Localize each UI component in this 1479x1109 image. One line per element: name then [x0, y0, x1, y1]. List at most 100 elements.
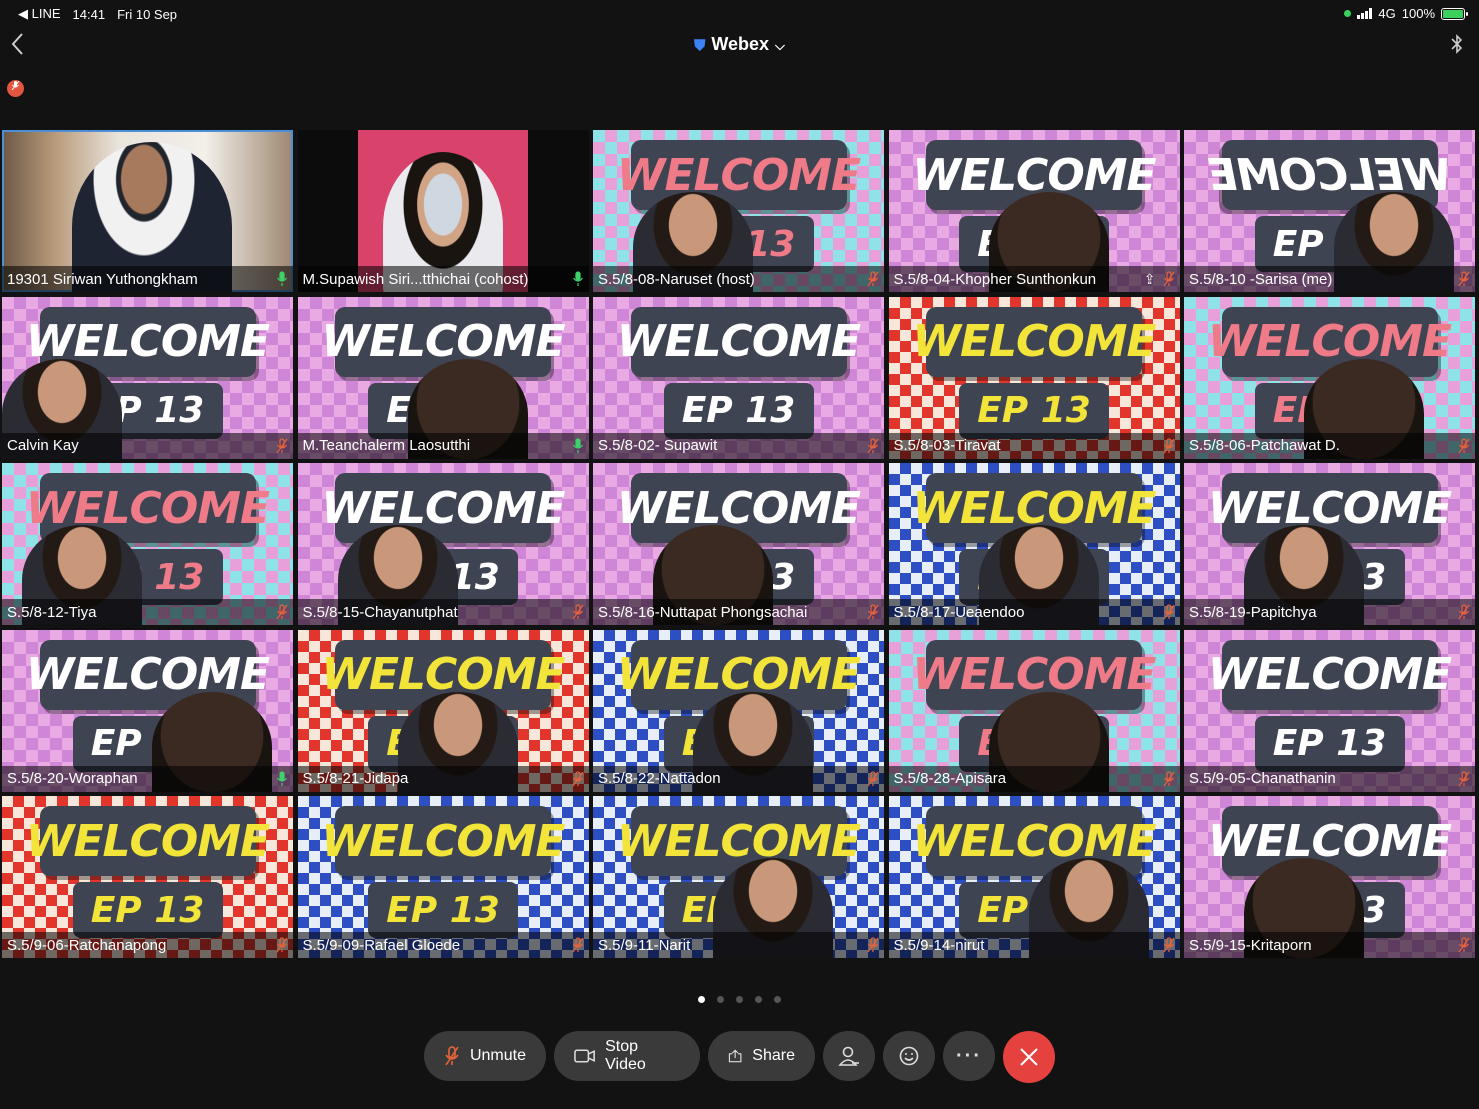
page-dot[interactable]	[717, 996, 724, 1003]
mic-muted-icon	[866, 770, 880, 787]
meeting-controls: Unmute Stop Video Share ···	[0, 1031, 1479, 1083]
participant-tile[interactable]: WELCOMEEP 13S.5/8-15-Chayanutphat	[297, 463, 589, 625]
cellular-signal-icon	[1357, 8, 1373, 19]
participant-name: S.5/8-12-Tiya	[7, 603, 97, 621]
participant-name: 19301 Siriwan Yuthongkham	[7, 270, 198, 288]
reactions-button[interactable]	[883, 1031, 935, 1081]
bluetooth-icon[interactable]	[1451, 34, 1463, 59]
mic-muted-icon	[1162, 437, 1176, 454]
status-bar: ◀ LINE 14:41 Fri 10 Sep 4G 100%	[0, 0, 1479, 26]
participant-tile[interactable]: WELCOMEEP 13S.5/8-08-Naruset (host)	[593, 130, 884, 292]
participant-tile[interactable]: WELCOMEEP 13S.5/8-17-Ueaendoo	[888, 463, 1180, 625]
participant-tile[interactable]: WELCOME EP 13 S.5/9-06-Ratchanapong	[2, 796, 293, 958]
welcome-banner: WELCOME	[26, 806, 270, 876]
participant-name: S.5/8-10 -Sarisa (me)	[1189, 270, 1333, 288]
episode-banner: EP 13	[1254, 715, 1405, 772]
mic-muted-icon	[275, 604, 289, 620]
participant-name: S.5/9-09-Rafael Gloede	[302, 936, 461, 954]
participant-name-bar: S.5/8-17-Ueaendoo	[888, 599, 1180, 625]
welcome-banner: WELCOME	[1208, 639, 1452, 710]
mic-on-icon	[275, 770, 289, 787]
participant-name-bar: S.5/8-10 -Sarisa (me)	[1184, 266, 1475, 292]
participant-tile[interactable]: WELCOME EP 13 S.5/8-20-Woraphan	[2, 629, 293, 792]
participant-name: S.5/9-14-nirut	[893, 936, 985, 954]
end-call-button[interactable]	[1003, 1031, 1055, 1083]
participant-tile[interactable]: WELCOME EP 13 S.5/8-02- Supawit	[593, 296, 884, 459]
participant-tile[interactable]: WELCOME EP 13 Calvin Kay	[2, 296, 293, 459]
participant-name: S.5/8-06-Patchawat D.	[1189, 437, 1340, 454]
page-dot[interactable]	[698, 996, 705, 1003]
meeting-title[interactable]: ⛊ Webex ⌵	[0, 34, 1479, 55]
recording-indicator-icon	[7, 80, 24, 97]
participant-name-bar: M.Teanchalerm Laosutthi	[297, 432, 589, 459]
participant-tile[interactable]: WELCOMEEP 13S.5/8-28-Apisara	[888, 629, 1180, 792]
share-button[interactable]: Share	[708, 1031, 815, 1081]
participants-icon	[838, 1046, 859, 1066]
participant-name: S.5/8-22-Nattadon	[598, 770, 721, 787]
unmute-button[interactable]: Unmute	[424, 1031, 546, 1081]
episode-banner: EP 13	[368, 882, 518, 938]
mic-on-icon	[571, 437, 585, 454]
participant-tile[interactable]: 19301 Siriwan Yuthongkham	[2, 130, 293, 292]
participants-button[interactable]	[823, 1031, 875, 1081]
welcome-banner: WELCOME	[1208, 306, 1452, 377]
mic-muted-icon	[1162, 271, 1176, 287]
screen-share-icon: ⇪	[1143, 270, 1156, 287]
participant-tile[interactable]: WELCOME EP 13 S.5/8-10 -Sarisa (me)	[1184, 130, 1475, 292]
participant-name: S.5/8-19-Papitchya	[1189, 603, 1317, 621]
participant-name: S.5/8-15-Chayanutphat	[302, 603, 458, 621]
mic-muted-icon	[1457, 770, 1471, 787]
participant-tile[interactable]: WELCOMEEP 13S.5/9-15-Kritaporn	[1184, 796, 1475, 958]
more-dots-icon: ···	[956, 1044, 982, 1067]
page-dot[interactable]	[736, 996, 743, 1003]
battery-icon	[1441, 7, 1468, 20]
participant-tile[interactable]: WELCOME EP 13 S.5/8-03-Tiravat	[888, 296, 1180, 459]
participant-name-bar: S.5/8-28-Apisara	[888, 765, 1180, 792]
stop-video-button[interactable]: Stop Video	[554, 1031, 700, 1081]
page-dot[interactable]	[774, 996, 781, 1003]
participant-name-bar: S.5/8-03-Tiravat	[888, 432, 1180, 459]
mic-muted-icon	[866, 271, 880, 287]
welcome-banner: WELCOME	[321, 806, 566, 876]
participant-name: S.5/8-28-Apisara	[893, 770, 1007, 787]
participant-name-bar: S.5/8-20-Woraphan	[2, 765, 293, 792]
participant-name-bar: S.5/9-06-Ratchanapong	[2, 932, 293, 958]
participant-tile[interactable]: WELCOMEEP 13S.5/8-22-Nattadon	[593, 629, 884, 792]
participant-tile[interactable]: WELCOMEEP 13S.5/9-11-Narit	[593, 796, 884, 958]
mic-muted-icon	[1457, 604, 1471, 620]
mic-muted-icon	[1162, 770, 1176, 787]
participant-tile[interactable]: WELCOMEEP 13S.5/8-06-Patchawat D.	[1184, 296, 1475, 459]
close-icon	[1020, 1048, 1038, 1066]
participant-tile[interactable]: WELCOMEEP 13S.5/8-16-Nuttapat Phongsacha…	[593, 463, 884, 625]
stop-video-label: Stop Video	[605, 1038, 646, 1073]
welcome-banner: WELCOME	[912, 306, 1157, 377]
mic-muted-icon	[275, 937, 289, 953]
participant-tile[interactable]: WELCOMEEP 13M.Teanchalerm Laosutthi	[297, 296, 589, 459]
mic-muted-icon	[1457, 271, 1471, 287]
more-options-button[interactable]: ···	[943, 1031, 995, 1081]
page-indicator[interactable]	[0, 996, 1479, 1003]
participant-tile[interactable]: WELCOMEEP 13S.5/9-14-nirut	[888, 796, 1180, 958]
participant-name-bar: S.5/8-19-Papitchya	[1184, 599, 1475, 625]
title-bar: ⛊ Webex ⌵	[0, 26, 1479, 66]
participant-name-bar: S.5/8-08-Naruset (host)	[593, 266, 884, 292]
mic-on-icon	[275, 271, 289, 287]
participant-name-bar: S.5/8-04-Khopher Sunthonkun ⇪	[888, 266, 1180, 292]
participant-name-bar: S.5/8-02- Supawit	[593, 432, 884, 459]
mic-muted-icon	[1457, 437, 1471, 454]
participant-tile[interactable]: WELCOMEEP 13S.5/8-04-Khopher Sunthonkun⇪	[888, 130, 1180, 292]
participant-tile[interactable]: WELCOMEEP 13S.5/8-21-Jidapa	[297, 629, 589, 792]
participant-name-bar: 19301 Siriwan Yuthongkham	[2, 266, 293, 292]
participant-tile[interactable]: WELCOME EP 13 S.5/8-12-Tiya	[2, 463, 293, 625]
participant-tile[interactable]: WELCOME EP 13 S.5/9-09-Rafael Gloede	[297, 796, 589, 958]
participant-name-bar: S.5/9-11-Narit	[593, 932, 884, 958]
participant-tile[interactable]: WELCOMEEP 13S.5/8-19-Papitchya	[1184, 463, 1475, 625]
participant-name: S.5/8-16-Nuttapat Phongsachai	[598, 603, 808, 621]
participant-tile[interactable]: M.Supawish Siri...tthichai (cohost)	[297, 130, 589, 292]
participant-tile[interactable]: WELCOME EP 13 S.5/9-05-Chanathanin	[1184, 629, 1475, 792]
page-dot[interactable]	[755, 996, 762, 1003]
battery-percent: 100%	[1401, 6, 1435, 21]
date: Fri 10 Sep	[117, 6, 178, 22]
smiley-icon	[899, 1046, 919, 1066]
mic-muted-icon	[1162, 937, 1176, 953]
